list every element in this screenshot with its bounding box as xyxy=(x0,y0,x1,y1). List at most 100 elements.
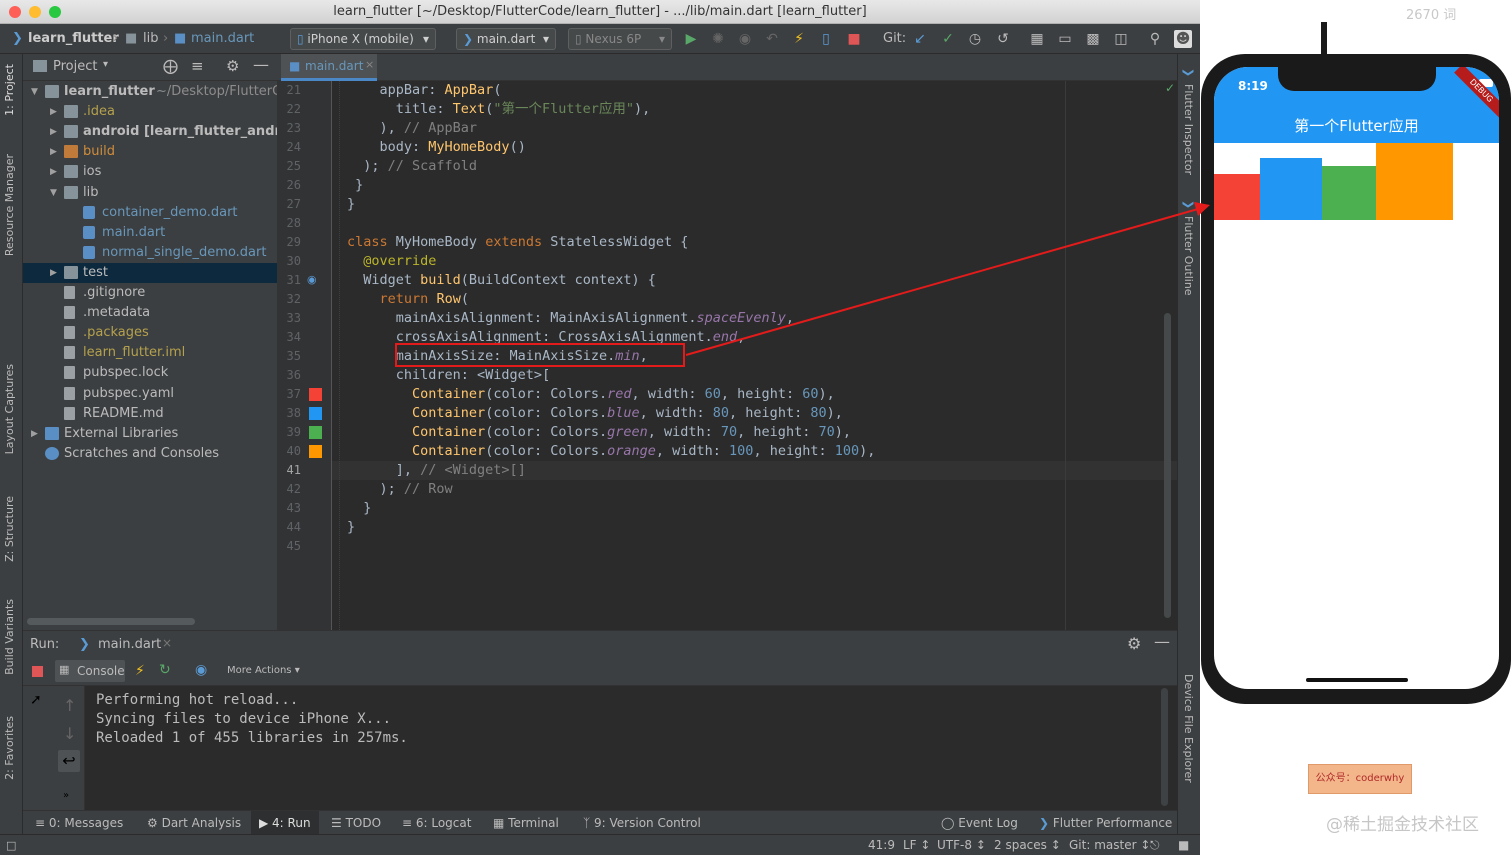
rollback-icon[interactable]: ↺ xyxy=(994,30,1012,48)
hide-panel-icon[interactable]: — xyxy=(253,55,269,74)
collapse-arrow-icon[interactable]: ▶ xyxy=(50,263,60,283)
tree-item[interactable]: ▶ android [learn_flutter_andro xyxy=(23,122,290,142)
tool-tab-dart-analysis[interactable]: ⚙ Dart Analysis xyxy=(147,811,241,835)
hot-reload-icon[interactable]: ⚡ xyxy=(790,30,808,48)
tree-item[interactable]: ▶ build xyxy=(23,142,277,162)
avd-manager-icon[interactable]: ▭ xyxy=(1056,30,1074,48)
avd-selector[interactable]: ▯ Nexus 6P ▾ xyxy=(568,28,672,50)
lock-icon[interactable]: ⎋ xyxy=(1150,835,1160,855)
scroll-up-icon[interactable]: ↑ xyxy=(63,696,76,715)
expand-arrow-icon[interactable]: ▼ xyxy=(31,82,41,102)
soft-wrap-icon[interactable]: ↩ xyxy=(58,750,80,772)
more-actions-menu[interactable]: More Actions ▾ xyxy=(227,665,300,676)
git-commit-icon[interactable]: ✓ xyxy=(939,30,957,48)
collapse-all-icon[interactable]: ≡ xyxy=(191,57,204,75)
tool-tab-favorites[interactable]: 2: Favorites xyxy=(3,716,16,780)
close-icon[interactable]: × xyxy=(365,58,374,71)
color-swatch-icon[interactable] xyxy=(309,388,322,401)
close-icon[interactable]: × xyxy=(162,636,172,650)
gear-icon[interactable]: ⚙ xyxy=(226,57,239,75)
expand-arrow-icon[interactable]: ▼ xyxy=(50,183,60,203)
console-scrollbar[interactable] xyxy=(1161,688,1168,806)
tree-item[interactable]: Scratches and Consoles xyxy=(23,444,277,464)
collapse-arrow-icon[interactable]: ▶ xyxy=(50,162,60,182)
tool-tab-messages[interactable]: ≡ 0: Messages xyxy=(35,811,123,835)
breadcrumb-file[interactable]: main.dart xyxy=(191,24,254,54)
device-selector[interactable]: ▯ iPhone X (mobile) ▾ xyxy=(290,28,436,50)
scroll-down-icon[interactable]: ↓ xyxy=(63,724,76,743)
console-tab[interactable]: ▦ Console xyxy=(55,660,125,682)
tree-item[interactable]: ▶ External Libraries xyxy=(23,424,277,444)
hide-panel-icon[interactable]: — xyxy=(1154,632,1170,651)
history-icon[interactable]: ◷ xyxy=(966,30,984,48)
tree-item[interactable]: normal_single_demo.dart xyxy=(23,243,277,263)
tree-item[interactable]: ▶ test xyxy=(23,262,277,283)
stop-icon[interactable] xyxy=(32,666,43,677)
hot-reload-icon[interactable]: ⚡ xyxy=(135,663,145,679)
tool-tab-todo[interactable]: ☰ TODO xyxy=(331,811,381,835)
tree-item[interactable]: main.dart xyxy=(23,223,277,243)
memory-icon[interactable]: ■ xyxy=(1178,835,1189,855)
tree-item[interactable]: container_demo.dart xyxy=(23,203,277,223)
run-config-selector[interactable]: ❯ main.dart ▾ xyxy=(456,28,556,50)
tool-tab-layout-captures[interactable]: Layout Captures xyxy=(3,364,16,454)
editor-tab-main-dart[interactable]: ■ main.dart × xyxy=(281,54,377,81)
color-swatch-icon[interactable] xyxy=(309,407,322,420)
tree-item[interactable]: ▼ learn_flutter ~/Desktop/FlutterC xyxy=(23,82,281,102)
collapse-arrow-icon[interactable]: ▶ xyxy=(50,122,60,142)
tool-tab-run[interactable]: ▶ 4: Run xyxy=(251,811,319,835)
tool-tab-version-control[interactable]: ᛉ 9: Version Control xyxy=(583,811,701,835)
caret-position[interactable]: 41:9 xyxy=(868,835,895,855)
tool-tab-flutter-outline[interactable]: Flutter Outline xyxy=(1182,216,1195,296)
phone-screen[interactable]: 8:19 ∼ 第一个Flutter应用 DEBUG xyxy=(1214,67,1499,689)
tool-tab-build-variants[interactable]: Build Variants xyxy=(3,599,16,675)
git-update-icon[interactable]: ↙ xyxy=(911,30,929,48)
coverage-icon[interactable]: ◉ xyxy=(736,30,754,48)
sdk-manager-icon[interactable]: ◫ xyxy=(1112,30,1130,48)
indent-setting[interactable]: 2 spaces ↕ xyxy=(994,835,1061,855)
search-icon[interactable]: ⚲ xyxy=(1146,30,1164,48)
tree-item[interactable]: README.md xyxy=(23,404,277,424)
tree-item[interactable]: ▶ .idea xyxy=(23,102,277,122)
color-swatch-icon[interactable] xyxy=(309,426,322,439)
tree-item[interactable]: .metadata xyxy=(23,303,277,323)
collapse-arrow-icon[interactable]: ▶ xyxy=(50,102,60,122)
tree-item[interactable]: pubspec.lock xyxy=(23,363,277,383)
project-structure-icon[interactable]: ▦ xyxy=(1028,30,1046,48)
locate-icon[interactable]: ⨁ xyxy=(163,57,178,75)
override-icon[interactable]: ◉ xyxy=(307,273,317,286)
breadcrumb-folder[interactable]: lib xyxy=(143,24,158,54)
run-icon[interactable]: ▶ xyxy=(682,30,700,48)
tool-tab-flutter-inspector[interactable]: Flutter Inspector xyxy=(1182,84,1195,175)
tool-tab-flutter-performance[interactable]: ❯ Flutter Performance xyxy=(1039,811,1172,835)
tool-tab-resource-manager[interactable]: Resource Manager xyxy=(3,154,16,256)
more-icon[interactable]: » xyxy=(63,790,69,801)
file-encoding[interactable]: UTF-8 ↕ xyxy=(937,835,986,855)
tool-tab-project[interactable]: 1: Project xyxy=(3,64,16,116)
vertical-scrollbar[interactable] xyxy=(1164,313,1171,618)
toggle-tool-windows-icon[interactable]: □ xyxy=(6,835,16,855)
hot-restart-icon[interactable]: ↻ xyxy=(159,662,171,678)
user-avatar-icon[interactable]: ☻ xyxy=(1174,30,1192,48)
tool-tab-device-file-explorer[interactable]: Device File Explorer xyxy=(1182,674,1195,783)
devtools-icon[interactable]: ◉ xyxy=(195,662,207,678)
line-separator[interactable]: LF ↕ xyxy=(903,835,930,855)
run-tab-main-dart[interactable]: main.dart xyxy=(98,637,161,652)
tool-tab-logcat[interactable]: ≡ 6: Logcat xyxy=(402,811,471,835)
tree-item[interactable]: .gitignore xyxy=(23,283,277,303)
debug-icon[interactable]: ✺ xyxy=(709,30,727,48)
tree-item[interactable]: .packages xyxy=(23,323,277,343)
collapse-arrow-icon[interactable]: ▶ xyxy=(31,424,41,444)
tree-item[interactable]: ▶ ios xyxy=(23,162,277,182)
gear-icon[interactable]: ⚙ xyxy=(1127,634,1141,653)
pin-icon[interactable]: ➚ xyxy=(30,692,42,708)
tool-tab-terminal[interactable]: ▦ Terminal xyxy=(493,811,559,835)
collapse-arrow-icon[interactable]: ▶ xyxy=(50,142,60,162)
tool-tab-structure[interactable]: Z: Structure xyxy=(3,496,16,562)
profile-icon[interactable]: ↶ xyxy=(763,30,781,48)
project-view-selector[interactable]: Project xyxy=(53,59,97,74)
device-manager-icon[interactable]: ▩ xyxy=(1084,30,1102,48)
color-swatch-icon[interactable] xyxy=(309,445,322,458)
chevron-down-icon[interactable]: ▾ xyxy=(103,59,108,70)
tree-item[interactable]: pubspec.yaml xyxy=(23,384,277,404)
